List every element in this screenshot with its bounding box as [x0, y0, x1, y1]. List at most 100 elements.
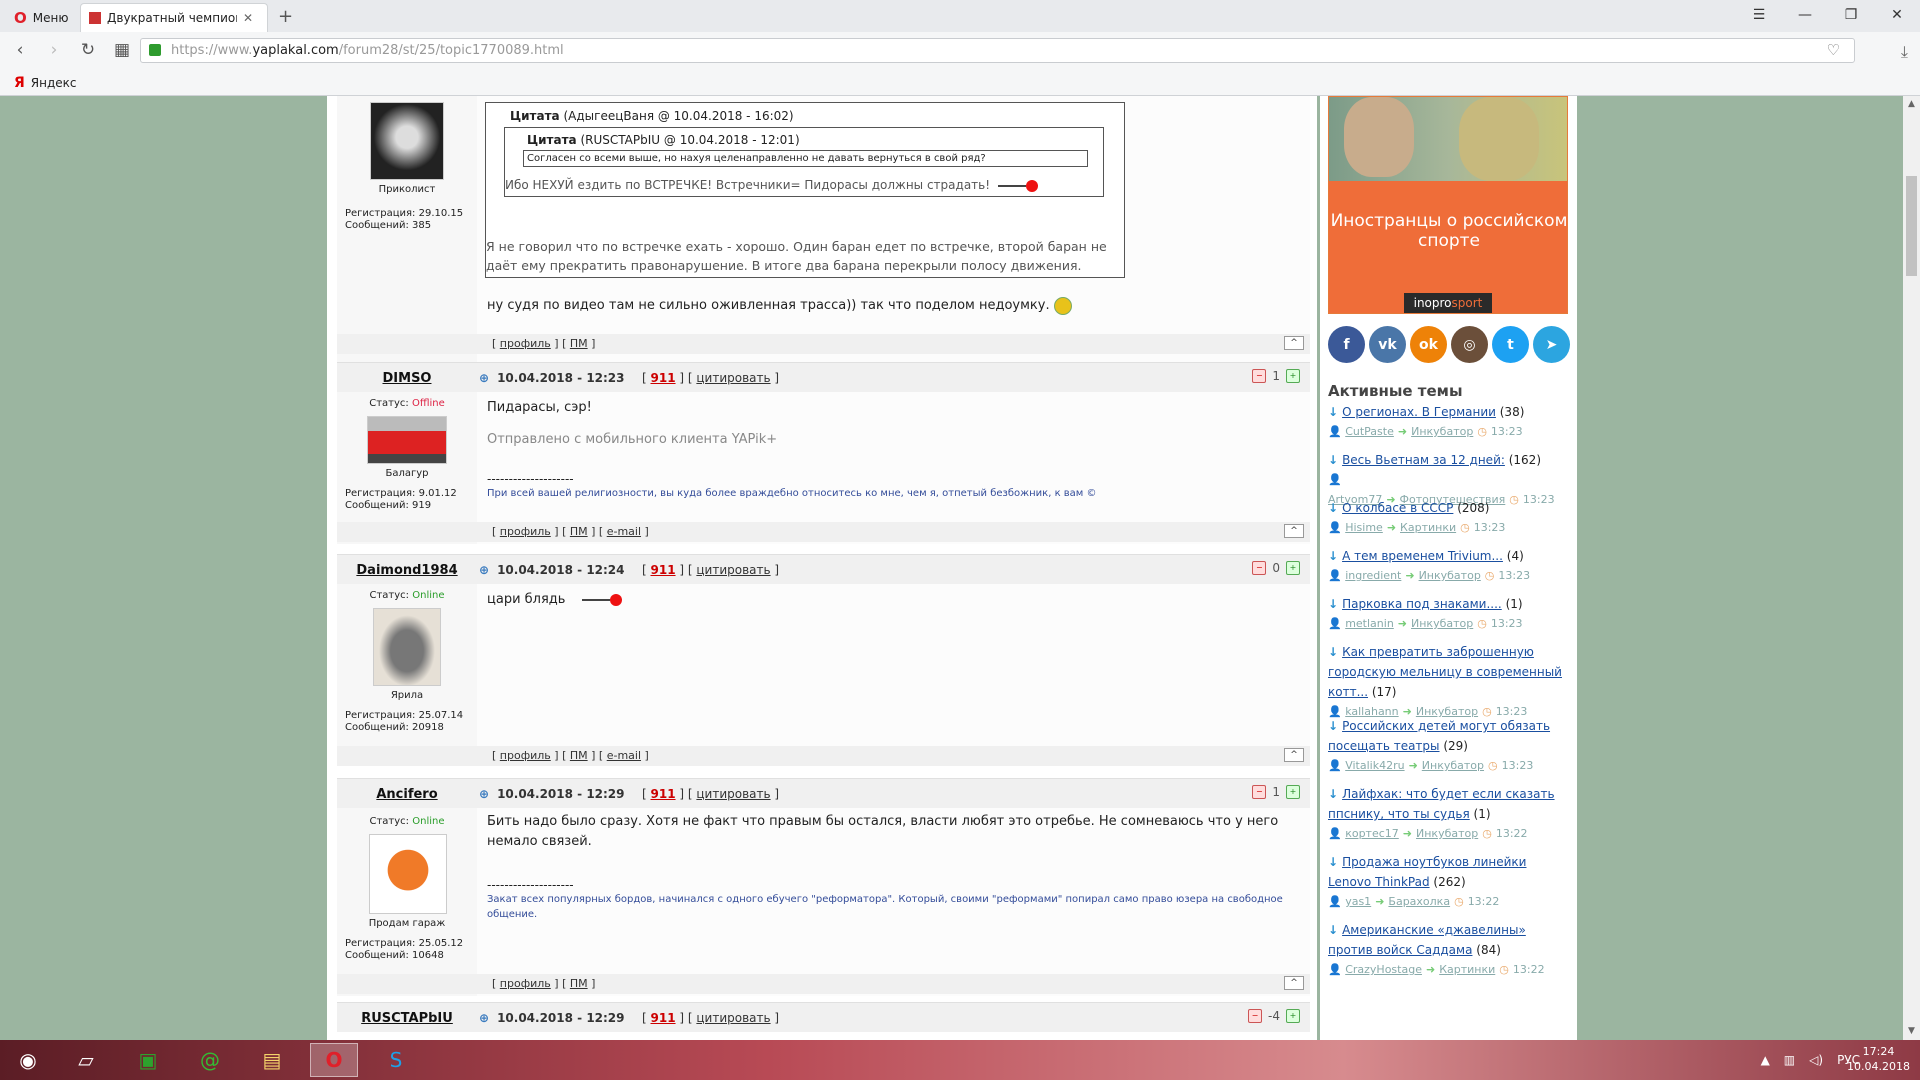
twitter-icon[interactable]: t — [1492, 326, 1529, 363]
topic-title-link[interactable]: Лайфхак: что будет если сказать ппснику,… — [1328, 787, 1555, 821]
profile-link[interactable]: профиль — [500, 525, 551, 538]
telegram-icon[interactable]: ➤ — [1533, 326, 1570, 363]
opera-taskbar-icon[interactable]: O — [310, 1043, 358, 1077]
topic-section-link[interactable]: Картинки — [1400, 521, 1456, 534]
topic-section-link[interactable]: Инкубатор — [1411, 425, 1473, 438]
pin-icon[interactable]: ⊕ — [479, 563, 489, 577]
to-top-button[interactable]: ^ — [1284, 748, 1304, 762]
to-top-button[interactable]: ^ — [1284, 336, 1304, 350]
rate-up-button[interactable]: + — [1286, 1009, 1300, 1023]
store-icon[interactable]: ▣ — [124, 1043, 172, 1077]
volume-icon[interactable]: ◁) — [1809, 1053, 1823, 1067]
pin-icon[interactable]: ⊕ — [479, 787, 489, 801]
quote-button[interactable]: цитировать — [696, 1011, 770, 1025]
topic-title-link[interactable]: Продажа ноутбуков линейки Lenovo ThinkPa… — [1328, 855, 1526, 889]
instagram-icon[interactable]: ◎ — [1451, 326, 1488, 363]
topic-title-link[interactable]: Парковка под знаками.... — [1342, 597, 1502, 611]
scrollbar-thumb[interactable] — [1906, 176, 1917, 276]
topic-user-link[interactable]: Hisime — [1345, 521, 1383, 534]
profile-link[interactable]: профиль — [500, 337, 551, 350]
rate-up-button[interactable]: + — [1286, 785, 1300, 799]
scroll-up-icon[interactable]: ▲ — [1903, 96, 1920, 113]
close-window-button[interactable]: ✕ — [1874, 0, 1920, 30]
to-top-button[interactable]: ^ — [1284, 976, 1304, 990]
messenger-icon[interactable]: @ — [186, 1043, 234, 1077]
rate-up-button[interactable]: + — [1286, 561, 1300, 575]
facebook-icon[interactable]: f — [1328, 326, 1365, 363]
topic-section-link[interactable]: Картинки — [1439, 963, 1495, 976]
reload-button[interactable]: ↻ — [74, 40, 102, 60]
topic-section-link[interactable]: Инкубатор — [1411, 617, 1473, 630]
restore-button[interactable]: ❐ — [1828, 0, 1874, 30]
topic-section-link[interactable]: Барахолка — [1388, 895, 1450, 908]
topic-section-link[interactable]: Инкубатор — [1416, 827, 1478, 840]
report-911-link[interactable]: 911 — [651, 563, 676, 577]
topic-user-link[interactable]: ingredient — [1345, 569, 1401, 582]
skype-icon[interactable]: S — [372, 1043, 420, 1077]
pin-icon[interactable]: ⊕ — [479, 371, 489, 385]
odnoklassniki-icon[interactable]: ok — [1410, 326, 1447, 363]
report-911-link[interactable]: 911 — [651, 787, 676, 801]
notes-app-icon[interactable]: ▱ — [62, 1043, 110, 1077]
address-bar[interactable]: https://www. yaplakal.com/forum28/st/25/t… — [140, 38, 1855, 63]
bookmark-heart-icon[interactable]: ♡ — [1827, 41, 1840, 59]
minimize-button[interactable]: — — [1782, 0, 1828, 30]
rate-down-button[interactable]: − — [1248, 1009, 1263, 1023]
quote-button[interactable]: цитировать — [696, 787, 770, 801]
profile-link[interactable]: профиль — [500, 749, 551, 762]
pm-link[interactable]: ПМ — [570, 525, 588, 538]
network-icon[interactable]: ▥ — [1784, 1053, 1795, 1067]
topic-user-link[interactable]: yas1 — [1345, 895, 1371, 908]
report-911-link[interactable]: 911 — [651, 1011, 676, 1025]
tab-menu-icon[interactable]: ☰ — [1736, 0, 1782, 30]
tab-active[interactable]: Двукратный чемпион ми ✕ — [80, 3, 268, 32]
topic-section-link[interactable]: Инкубатор — [1422, 759, 1484, 772]
profile-link[interactable]: профиль — [500, 977, 551, 990]
report-911-link[interactable]: 911 — [651, 371, 676, 385]
rate-down-button[interactable]: − — [1252, 561, 1267, 575]
forward-button[interactable]: › — [40, 40, 68, 60]
quote-button[interactable]: цитировать — [696, 371, 770, 385]
scroll-down-icon[interactable]: ▼ — [1903, 1023, 1920, 1040]
pm-link[interactable]: ПМ — [570, 977, 588, 990]
page-scrollbar[interactable]: ▲ ▼ — [1903, 96, 1920, 1040]
speed-dial-icon[interactable]: ▦ — [108, 40, 136, 60]
quote-button[interactable]: цитировать — [696, 563, 770, 577]
new-tab-button[interactable]: + — [278, 6, 293, 27]
username-link[interactable]: Ancifero — [337, 787, 477, 802]
username-link[interactable]: Daimond1984 — [337, 563, 477, 578]
rate-down-button[interactable]: − — [1252, 785, 1267, 799]
topic-title-link[interactable]: Российских детей могут обязать посещать … — [1328, 719, 1550, 753]
topic-title-link[interactable]: О колбасе в СССР — [1342, 501, 1453, 515]
download-icon[interactable]: ⤓ — [1901, 42, 1908, 62]
file-explorer-icon[interactable]: ▤ — [248, 1043, 296, 1077]
username-link[interactable]: DIMSO — [337, 371, 477, 386]
vk-icon[interactable]: vk — [1369, 326, 1406, 363]
topic-title-link[interactable]: О регионах. В Германии — [1342, 405, 1496, 419]
username-link[interactable]: RUSCTAPbIU — [337, 1011, 477, 1026]
rate-down-button[interactable]: − — [1252, 369, 1267, 383]
pm-link[interactable]: ПМ — [570, 749, 588, 762]
topic-user-link[interactable]: CutPaste — [1345, 425, 1394, 438]
topic-title-link[interactable]: Как превратить заброшенную городскую мел… — [1328, 645, 1562, 699]
back-button[interactable]: ‹ — [6, 40, 34, 60]
clock[interactable]: 17:24 10.04.2018 — [1847, 1044, 1910, 1074]
bookmark-yandex[interactable]: Яндекс — [31, 76, 77, 90]
topic-user-link[interactable]: Vitalik42ru — [1345, 759, 1404, 772]
pm-link[interactable]: ПМ — [570, 337, 588, 350]
topic-user-link[interactable]: metlanin — [1345, 617, 1394, 630]
topic-user-link[interactable]: кортес17 — [1345, 827, 1399, 840]
close-tab-icon[interactable]: ✕ — [243, 11, 253, 25]
to-top-button[interactable]: ^ — [1284, 524, 1304, 538]
topic-title-link[interactable]: Весь Вьетнам за 12 дней: — [1342, 453, 1505, 467]
opera-menu-button[interactable]: O Меню — [6, 3, 76, 32]
rate-up-button[interactable]: + — [1286, 369, 1300, 383]
topic-user-link[interactable]: CrazyHostage — [1345, 963, 1422, 976]
topic-section-link[interactable]: Инкубатор — [1419, 569, 1481, 582]
email-link[interactable]: e-mail — [607, 749, 641, 762]
start-button[interactable]: ◉ — [4, 1043, 52, 1077]
ad-banner[interactable]: Иностранцы о российском спорте inoprospo… — [1328, 96, 1568, 314]
email-link[interactable]: e-mail — [607, 525, 641, 538]
topic-title-link[interactable]: А тем временем Trivium... — [1342, 549, 1503, 563]
tray-expand-icon[interactable]: ▲ — [1761, 1053, 1770, 1067]
